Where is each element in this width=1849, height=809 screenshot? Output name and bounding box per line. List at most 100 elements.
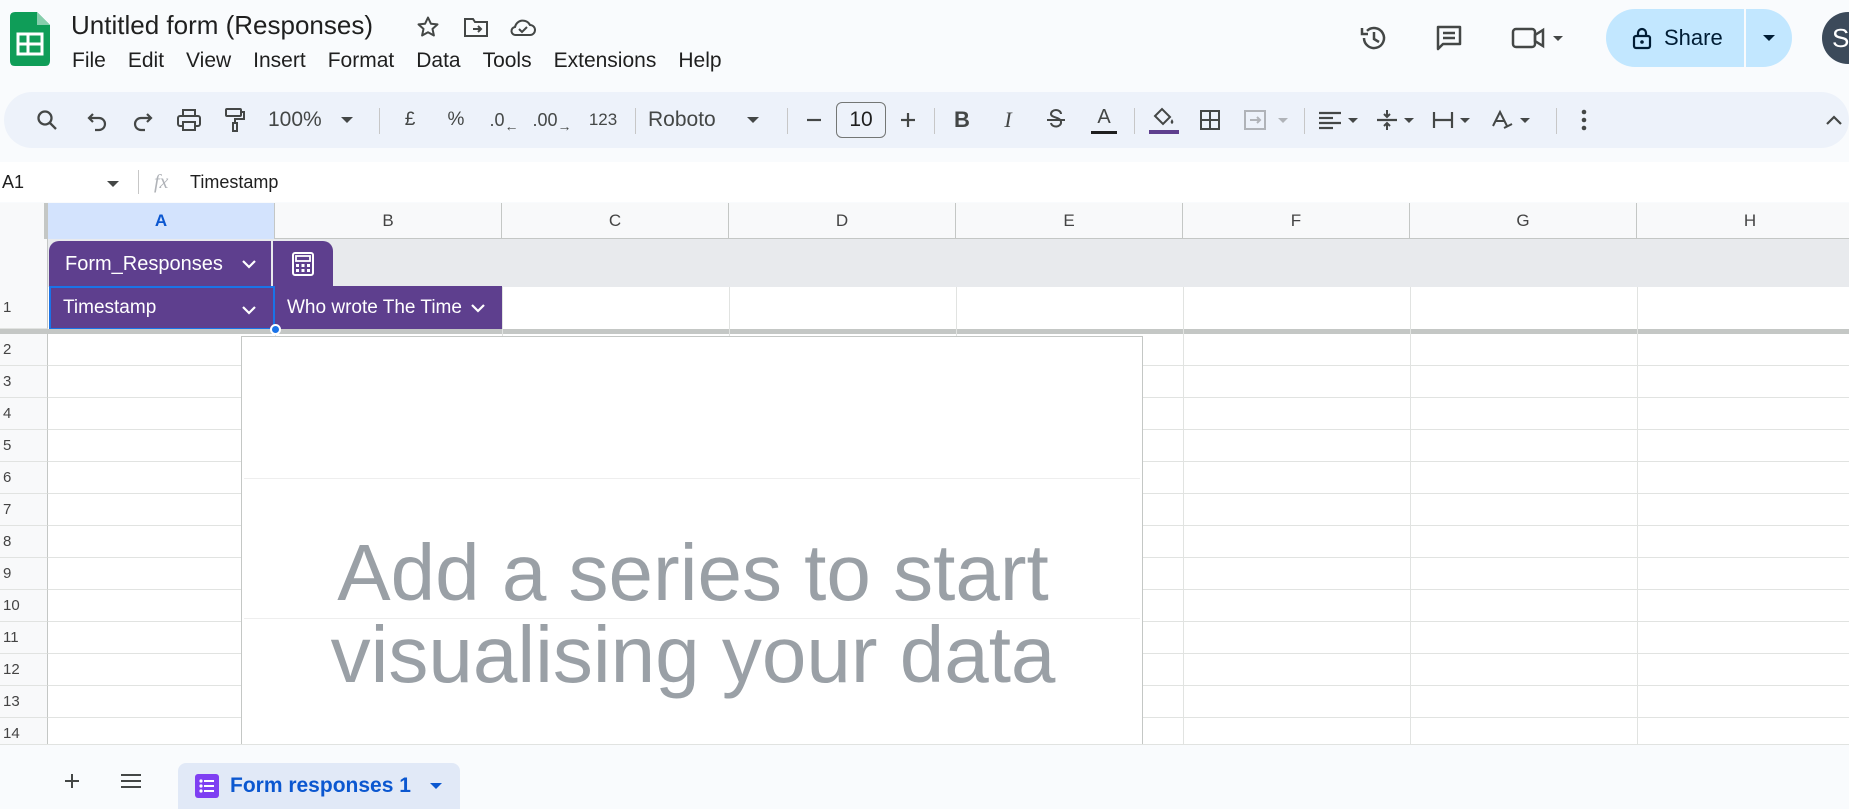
fill-color-button[interactable] — [1144, 92, 1184, 148]
more-options-icon[interactable] — [1568, 92, 1600, 148]
chart-message-line-2: visualising your data — [330, 610, 1056, 699]
text-wrapping-icon[interactable] — [1428, 92, 1480, 148]
toolbar-divider — [635, 108, 636, 134]
version-history-icon[interactable] — [1352, 16, 1396, 60]
caret-down-icon — [340, 117, 353, 123]
font-size-input[interactable]: 10 — [836, 102, 886, 138]
fx-icon: fx — [154, 171, 169, 193]
column-header-g[interactable]: G — [1410, 203, 1637, 239]
menu-data[interactable]: Data — [416, 47, 470, 75]
column-header-f[interactable]: F — [1183, 203, 1410, 239]
menu-insert[interactable]: Insert — [253, 47, 316, 75]
share-dropdown-button[interactable] — [1746, 33, 1792, 43]
menu-file[interactable]: File — [72, 47, 116, 75]
all-sheets-icon[interactable] — [116, 767, 146, 795]
toolbar-divider — [1304, 108, 1305, 134]
formula-input[interactable]: Timestamp — [190, 162, 278, 202]
toolbar-divider — [787, 108, 788, 134]
row-header-1[interactable]: 1 — [0, 287, 48, 329]
column-header-b[interactable]: B — [275, 203, 502, 239]
text-color-button[interactable]: A — [1084, 92, 1124, 148]
row-header-14[interactable]: 14 — [0, 718, 48, 744]
sheet-tab-label: Form responses 1 — [230, 774, 411, 797]
chart-placeholder[interactable]: Add a series to start visualising your d… — [241, 336, 1143, 744]
collapse-toolbar-icon[interactable] — [1820, 92, 1848, 148]
increase-decimal-button[interactable]: .00 → — [530, 92, 574, 148]
menu-format[interactable]: Format — [328, 47, 405, 75]
row-header-13[interactable]: 13 — [0, 686, 48, 718]
increase-font-size-icon[interactable] — [892, 92, 924, 148]
paint-format-icon[interactable] — [214, 92, 256, 148]
strikethrough-icon[interactable] — [1036, 92, 1076, 148]
decrease-decimal-button[interactable]: .0 ← — [484, 92, 524, 148]
sheets-logo-icon[interactable] — [10, 12, 50, 66]
fill-color-bar — [1149, 129, 1179, 134]
horizontal-align-icon[interactable] — [1314, 92, 1366, 148]
meet-camera-icon[interactable] — [1508, 16, 1572, 60]
add-sheet-icon[interactable] — [58, 767, 86, 795]
text-rotation-icon[interactable] — [1488, 92, 1540, 148]
row-header-8[interactable]: 8 — [0, 526, 48, 558]
name-box[interactable]: A1 — [2, 162, 122, 202]
percent-format-button[interactable]: % — [438, 92, 474, 148]
document-title[interactable]: Untitled form (Responses) — [71, 10, 373, 41]
spreadsheet-grid[interactable]: A B C D E F G H Form_Responses 1 Timesta… — [0, 203, 1849, 744]
table-name-chip[interactable]: Form_Responses — [49, 241, 271, 287]
borders-icon[interactable] — [1190, 92, 1230, 148]
fill-handle[interactable] — [270, 324, 281, 335]
name-box-caret-icon[interactable] — [106, 176, 120, 194]
row-header-7[interactable]: 7 — [0, 494, 48, 526]
print-icon[interactable] — [168, 92, 210, 148]
row-header-12[interactable]: 12 — [0, 654, 48, 686]
italic-button[interactable]: I — [990, 92, 1026, 148]
row-header-6[interactable]: 6 — [0, 462, 48, 494]
row-header-spacer — [0, 239, 48, 287]
menu-extensions[interactable]: Extensions — [554, 47, 667, 75]
row-header-9[interactable]: 9 — [0, 558, 48, 590]
column-header-e[interactable]: E — [956, 203, 1183, 239]
select-all-corner[interactable] — [0, 203, 48, 239]
star-icon[interactable] — [413, 12, 443, 42]
sheet-tab-form-responses[interactable]: Form responses 1 — [178, 763, 460, 809]
font-select[interactable]: Roboto — [648, 92, 774, 148]
column-header-c[interactable]: C — [502, 203, 729, 239]
caret-down-icon[interactable] — [429, 781, 443, 791]
column-header-a[interactable]: A — [48, 203, 275, 239]
redo-icon[interactable] — [122, 92, 164, 148]
row-header-4[interactable]: 4 — [0, 398, 48, 430]
avatar[interactable]: S — [1822, 12, 1849, 64]
column-header-d[interactable]: D — [729, 203, 956, 239]
row-header-3[interactable]: 3 — [0, 366, 48, 398]
menu-help[interactable]: Help — [678, 47, 731, 75]
header-cell-timestamp[interactable]: Timestamp — [49, 286, 275, 330]
bold-button[interactable]: B — [944, 92, 980, 148]
toolbar-divider — [1134, 108, 1135, 134]
header-cell-question[interactable]: Who wrote The Time — [275, 286, 502, 330]
menu-edit[interactable]: Edit — [128, 47, 174, 75]
currency-format-button[interactable]: £ — [392, 92, 428, 148]
more-formats-button[interactable]: 123 — [582, 92, 624, 148]
zoom-select[interactable]: 100% — [268, 92, 364, 148]
row-header-2[interactable]: 2 — [0, 334, 48, 366]
row-header-11[interactable]: 11 — [0, 622, 48, 654]
vertical-align-icon[interactable] — [1372, 92, 1424, 148]
menu-view[interactable]: View — [186, 47, 241, 75]
cloud-saved-icon[interactable] — [508, 12, 538, 42]
comments-icon[interactable] — [1427, 16, 1471, 60]
decrease-font-size-icon[interactable] — [798, 92, 830, 148]
arrow-left-icon: ← — [504, 118, 519, 134]
merge-cells-icon[interactable] — [1240, 92, 1296, 148]
menu-tools[interactable]: Tools — [483, 47, 542, 75]
search-icon[interactable] — [26, 92, 68, 148]
move-to-folder-icon[interactable] — [461, 12, 491, 42]
share-main-button[interactable]: Share — [1606, 9, 1746, 67]
column-header-h[interactable]: H — [1637, 203, 1849, 239]
chevron-down-icon[interactable] — [470, 303, 486, 313]
row-header-5[interactable]: 5 — [0, 430, 48, 462]
row-header-10[interactable]: 10 — [0, 590, 48, 622]
table-summary-icon[interactable] — [273, 241, 333, 287]
chevron-down-icon[interactable] — [241, 305, 257, 315]
chevron-down-icon — [242, 260, 256, 269]
share-button[interactable]: Share — [1606, 9, 1792, 67]
undo-icon[interactable] — [76, 92, 118, 148]
